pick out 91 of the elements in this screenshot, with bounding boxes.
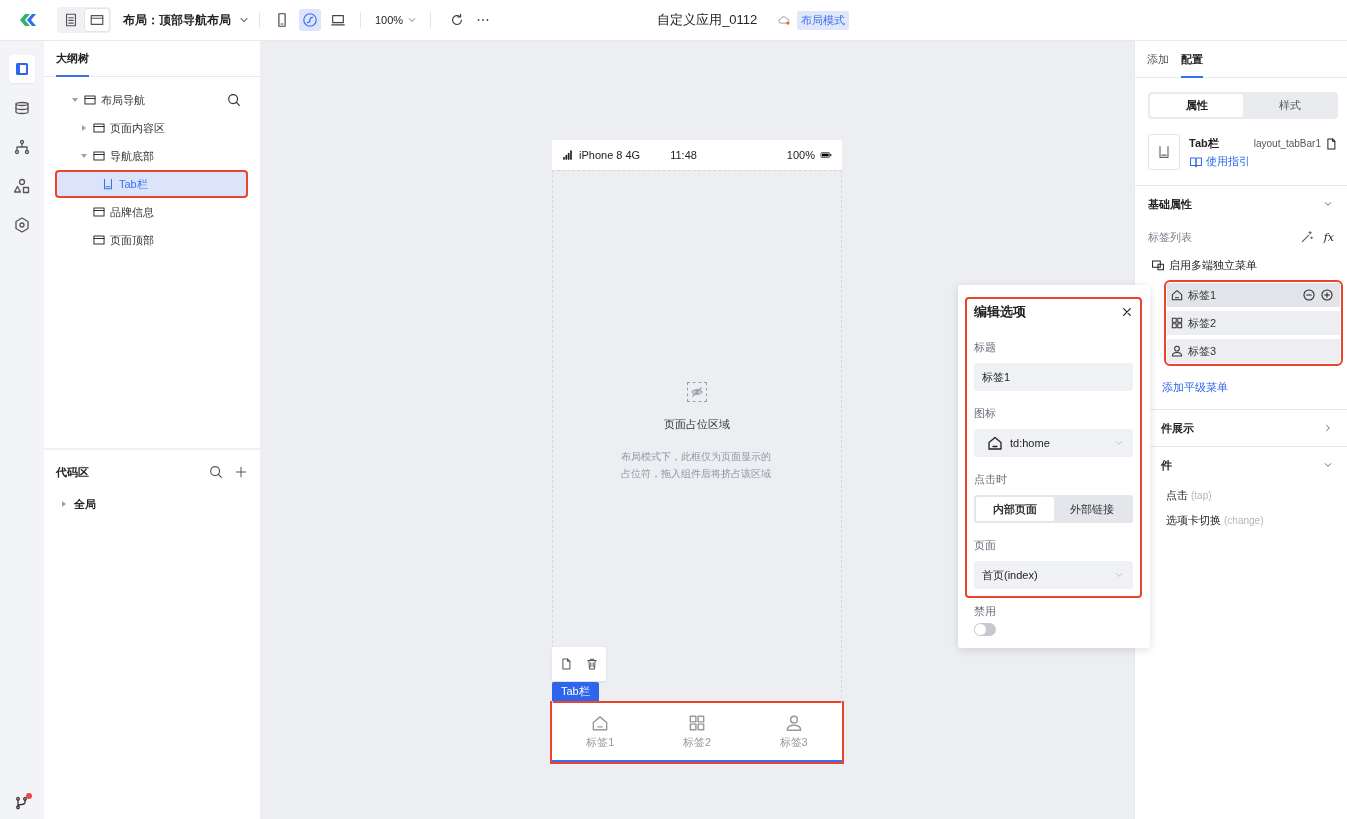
hidden-placeholder-icon [688,383,706,401]
layout-icon [89,12,105,28]
segment-button[interactable]: 属性 [1150,94,1243,117]
layout-icon [92,233,106,247]
doc-icon [63,12,79,28]
layout-icon [83,93,97,107]
view-toggle-button[interactable] [85,9,109,31]
tab-bar-icon [1156,144,1172,160]
battery-level: 100% [786,149,815,161]
home-icon [1170,288,1184,302]
outline-tab[interactable]: 大纲树 [56,51,89,77]
home-icon [986,434,1004,452]
field-label: 禁用 [974,604,997,619]
remove-icon[interactable] [1302,288,1316,302]
device-label: iPhone 8 4G [579,149,641,161]
guide-link[interactable]: 使用指引 [1189,154,1338,169]
status-time: 11:48 [670,149,698,161]
field-label: 标签列表 [1148,229,1193,245]
field-label: 页面 [974,538,997,553]
hierarchy-icon [13,138,31,156]
title-input[interactable]: 标签1 [974,363,1133,391]
cloud-icon [777,13,792,27]
caret-icon[interactable] [72,98,78,102]
zoom-selector[interactable]: 100% [375,14,404,26]
placeholder-title: 页面占位区域 [664,417,730,432]
layout-icon [92,121,106,135]
tree-item[interactable]: 导航底部 [55,142,248,170]
layout-selector[interactable]: 布局：顶部导航布局 [123,11,231,29]
shapes-icon [13,177,31,195]
search-icon[interactable] [226,92,242,108]
grid-icon [687,713,707,733]
tab-list-item[interactable]: 标签1 [1167,283,1340,307]
tab-list-item[interactable]: 标签2 [1167,311,1340,335]
code-tree-item[interactable]: 全局 [56,492,248,516]
grid-icon [1170,316,1184,330]
delete-icon[interactable] [585,657,599,671]
copy-icon[interactable] [559,657,573,671]
caret-icon[interactable] [81,154,87,158]
formula-button[interactable]: fx [1323,230,1334,244]
field-label: 图标 [974,406,997,421]
tree-item[interactable]: 品牌信息 [55,198,248,226]
book-icon [1189,154,1203,169]
section-title: 基础属性 [1148,196,1193,212]
code-area-title: 代码区 [56,464,90,480]
layout-icon [92,205,106,219]
tab-bar-icon [101,177,115,191]
search-icon[interactable] [208,464,224,480]
selection-tag: Tab栏 [552,682,599,701]
caret-icon[interactable] [62,501,66,507]
user-icon [1170,344,1184,358]
field-label: 标题 [974,340,997,355]
segment-button[interactable]: 内部页面 [976,497,1054,521]
page-select[interactable]: 首页(index) [974,561,1133,589]
miniapp-view-button[interactable] [299,9,321,31]
caret-icon[interactable] [82,125,86,131]
tree-item[interactable]: 布局导航 [55,86,248,114]
magic-wand-icon[interactable] [1299,230,1314,244]
segment-button[interactable]: 外部链接 [1053,497,1131,521]
mode-badge: 布局模式 [797,10,850,30]
disable-switch[interactable] [974,623,996,636]
add-menu-link[interactable]: 添加平级菜单 [1162,380,1347,395]
popup-title: 编辑选项 [974,303,1027,321]
hexagon-icon [13,216,31,234]
field-label: 点击时 [974,472,1008,487]
tree-item[interactable]: 页面内容区 [55,114,248,142]
panel-icon [13,60,31,78]
database-icon [13,99,31,117]
tree-item[interactable]: 页面顶部 [55,226,248,254]
close-icon[interactable] [1121,306,1133,318]
battery-icon [820,149,832,161]
tab-list-item[interactable]: 标签3 [1167,339,1340,363]
devices-icon [1151,258,1165,272]
copy-icon[interactable] [1324,136,1338,151]
miniapp-icon [302,12,318,28]
placeholder-description: 布局模式下，此框仅为页面显示的占位符，拖入组件后将挤占该区域 [621,450,772,481]
section-title: 件展示 [1161,420,1195,436]
segment-button[interactable]: 样式 [1243,94,1336,117]
tree-item[interactable]: Tab栏 [55,170,248,198]
panel-tab[interactable]: 添加 [1147,52,1169,78]
panel-tab[interactable]: 配置 [1181,52,1203,78]
add-icon[interactable] [1320,288,1334,302]
component-name: Tab栏 [1189,136,1220,151]
component-id: layout_tabBar1 [1253,138,1321,149]
section-title: 件 [1161,457,1173,473]
layout-icon [92,149,106,163]
icon-select[interactable]: td:home [974,429,1133,457]
outline-rail-button[interactable] [9,55,35,83]
signal-icon [562,149,574,161]
app-title: 自定义应用_0112 [657,11,758,29]
multi-menu-option[interactable]: 启用多端独立菜单 [1169,257,1257,273]
desktop-icon [330,12,346,28]
